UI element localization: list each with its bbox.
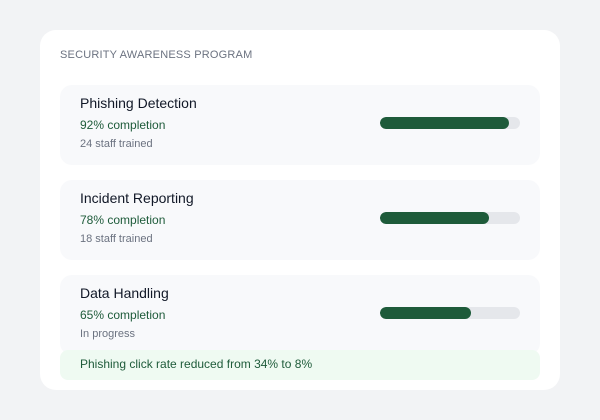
training-item-meta: 18 staff trained <box>80 233 153 245</box>
progress-bar-track <box>380 307 520 319</box>
training-item-name: Data Handling <box>80 285 169 301</box>
progress-bar-fill <box>380 117 509 129</box>
progress-bar-track <box>380 212 520 224</box>
training-item-meta: In progress <box>80 328 136 340</box>
training-item-incident-reporting: Incident Reporting 78% completion 18 sta… <box>60 180 540 260</box>
summary-note-text: Phishing click rate reduced from 34% to … <box>80 357 313 371</box>
training-item-completion: 92% completion <box>80 118 166 132</box>
training-item-name: Phishing Detection <box>80 95 197 111</box>
training-item-data-handling: Data Handling 65% completion In progress <box>60 275 540 355</box>
training-item-completion: 65% completion <box>80 308 166 322</box>
progress-bar-track <box>380 117 520 129</box>
training-item-phishing-detection: Phishing Detection 92% completion 24 sta… <box>60 85 540 165</box>
training-item-name: Incident Reporting <box>80 190 194 206</box>
training-item-meta: 24 staff trained <box>80 138 153 150</box>
card-title: SECURITY AWARENESS PROGRAM <box>60 49 253 61</box>
security-awareness-card: SECURITY AWARENESS PROGRAM Phishing Dete… <box>40 30 560 390</box>
progress-bar-fill <box>380 212 490 224</box>
training-item-completion: 78% completion <box>80 213 166 227</box>
summary-note: Phishing click rate reduced from 34% to … <box>60 350 540 380</box>
progress-bar-fill <box>380 307 471 319</box>
